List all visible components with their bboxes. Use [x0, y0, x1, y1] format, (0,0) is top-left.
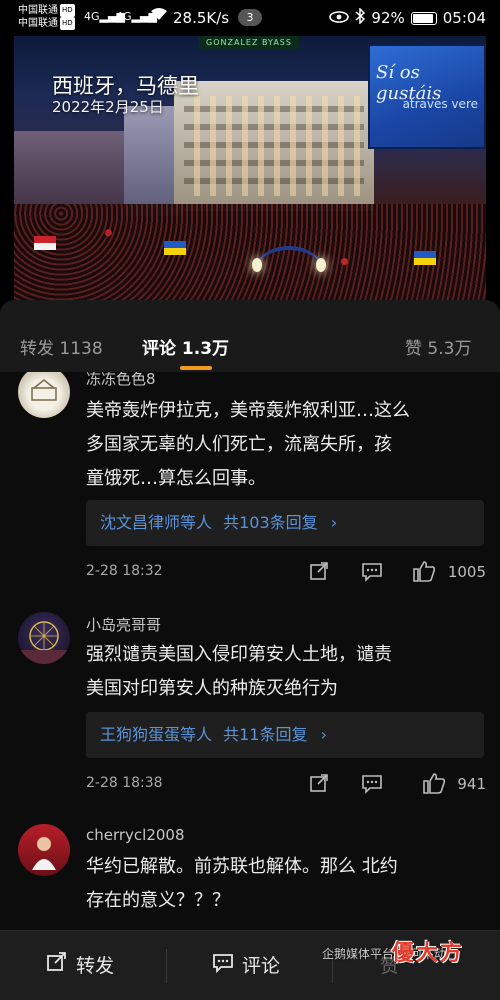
comment-line: 强烈谴责美国入侵印第安人土地，谴责: [86, 644, 392, 665]
repost-label: 转发: [76, 955, 115, 977]
carrier-info: 中国联通 HD 中国联通 HD: [18, 4, 75, 30]
wifi-icon: [150, 7, 168, 25]
bluetooth-icon: [355, 7, 366, 28]
building-sign: GONZALEZ BYASS: [199, 36, 299, 50]
like-icon[interactable]: [412, 560, 436, 582]
tab-likes[interactable]: 赞 5.3万: [405, 334, 471, 359]
tab-comments-count: 1.3万: [181, 339, 230, 359]
like-count: 941: [457, 775, 486, 793]
chevron-right-icon: ›: [320, 725, 327, 744]
interaction-tabs: 转发 1138 评论 1.3万 赞 5.3万: [0, 300, 500, 372]
comment-meta: 2-28 18:38 941: [86, 772, 486, 796]
clock: 05:04: [442, 9, 486, 27]
comment-text: 强烈谴责美国入侵印第安人土地，谴责 美国对印第安人的种族灭绝行为: [86, 638, 486, 706]
replies-preview[interactable]: 沈文昌律师等人 共103条回复 ›: [86, 500, 484, 546]
flag-ukraine: [164, 241, 186, 255]
reply-icon[interactable]: [361, 560, 383, 582]
comment-line: 美国对印第安人的种族灭绝行为: [86, 678, 338, 699]
comment-meta: 2-28 18:32 1005: [86, 560, 486, 584]
status-right: 92% 05:04: [329, 7, 486, 28]
notification-count-badge: 3: [238, 9, 262, 26]
like-count: 1005: [447, 563, 486, 581]
flag-ukraine-2: [414, 251, 436, 265]
post-image[interactable]: GONZALEZ BYASS Sí os gustáis atraves ver…: [14, 36, 486, 300]
post-date: 2022年2月25日: [52, 98, 164, 116]
tab-repost-label: 转发: [20, 339, 54, 359]
comment-item: 冻冻色色8 美帝轰炸伊拉克，美帝轰炸叙利亚…这么 多国家无辜的人们死亡，流离失所…: [0, 372, 500, 612]
hd-badge-1: HD: [60, 4, 75, 17]
tab-likes-count: 5.3万: [427, 339, 472, 359]
comment-button[interactable]: 评论: [212, 951, 280, 978]
comment-line: 多国家无辜的人们死亡，流离失所，孩: [86, 434, 392, 455]
network-type-2: 4G: [116, 10, 132, 23]
network-type-1: 4G: [84, 10, 100, 23]
status-bar: 中国联通 HD 中国联通 HD 4G▂▄▆ 4G▂▄▆ 28.5K/s 3 92% …: [0, 0, 500, 36]
tab-comments[interactable]: 评论 1.3万: [142, 334, 229, 359]
billboard-subtext: atraves vere: [402, 97, 478, 111]
divider: [166, 949, 167, 983]
reply-icon[interactable]: [361, 772, 383, 794]
battery-icon: [410, 11, 437, 25]
comment-username[interactable]: cherrycl2008: [86, 826, 185, 844]
avatar[interactable]: [18, 372, 70, 418]
avatar[interactable]: [18, 612, 70, 664]
tab-likes-label: 赞: [405, 339, 422, 359]
comment-username[interactable]: 小岛亮哥哥: [86, 614, 161, 635]
comment-text: 美帝轰炸伊拉克，美帝轰炸叙利亚…这么 多国家无辜的人们死亡，流离失所，孩 童饿死…: [86, 394, 486, 496]
comment-item: cherrycl2008 华约已解散。前苏联也解体。那么 北约 存在的意义？？？: [0, 824, 500, 930]
reply-users: 沈文昌律师等人: [100, 513, 213, 532]
billboard: Sí os gustáis atraves vere: [368, 44, 486, 149]
comment-line: 华约已解散。前苏联也解体。那么 北约: [86, 856, 398, 877]
carrier-1: 中国联通: [18, 5, 58, 16]
active-tab-indicator: [180, 366, 212, 370]
share-icon[interactable]: [308, 772, 330, 794]
comment-line: 美帝轰炸伊拉克，美帝轰炸叙利亚…这么: [86, 400, 410, 421]
street-lamp: [252, 246, 326, 300]
reply-count: 共11条回复: [223, 725, 308, 744]
network-speed: 28.5K/s: [173, 9, 230, 27]
comment-text: 华约已解散。前苏联也解体。那么 北约 存在的意义？？？: [86, 850, 486, 918]
comment-icon: [212, 951, 234, 978]
repost-icon: [46, 951, 68, 978]
comment-time: 2-28 18:32: [86, 563, 163, 579]
tab-repost-count: 1138: [59, 339, 103, 359]
hd-badge-2: HD: [60, 17, 75, 30]
tab-repost[interactable]: 转发 1138: [20, 334, 103, 359]
share-icon[interactable]: [308, 560, 330, 582]
flag-1: [34, 236, 56, 250]
comment-line: 童饿死…算怎么回事。: [86, 468, 266, 489]
reply-users: 王狗狗蛋蛋等人: [100, 725, 213, 744]
comment-username[interactable]: 冻冻色色8: [86, 372, 156, 389]
tab-comments-label: 评论: [142, 339, 176, 359]
battery-percent: 92%: [371, 9, 405, 27]
replies-preview[interactable]: 王狗狗蛋蛋等人 共11条回复 ›: [86, 712, 484, 758]
comment-list[interactable]: 冻冻色色8 美帝轰炸伊拉克，美帝轰炸叙利亚…这么 多国家无辜的人们死亡，流离失所…: [0, 372, 500, 930]
eye-icon: [329, 9, 350, 27]
building-windows: [184, 96, 364, 196]
comment-label: 评论: [242, 955, 281, 977]
carrier-2: 中国联通: [18, 18, 58, 29]
comment-item: 小岛亮哥哥 强烈谴责美国入侵印第安人土地，谴责 美国对印第安人的种族灭绝行为 王…: [0, 612, 500, 824]
repost-button[interactable]: 转发: [46, 951, 114, 978]
watermark-logo: 優大方: [392, 940, 465, 966]
comment-line: 存在的意义？？？: [86, 890, 230, 911]
avatar[interactable]: [18, 824, 70, 876]
comment-time: 2-28 18:38: [86, 775, 163, 791]
chevron-right-icon: ›: [330, 513, 338, 532]
like-icon[interactable]: [422, 772, 446, 794]
reply-count: 共103条回复: [223, 513, 318, 532]
